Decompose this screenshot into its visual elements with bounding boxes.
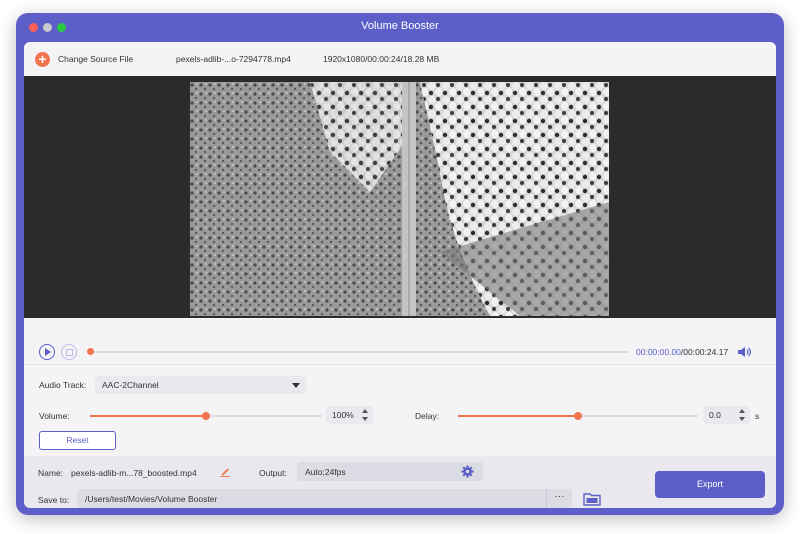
source-toolbar: + Change Source File pexels-adlib-...o-7…: [24, 42, 776, 76]
output-format-field[interactable]: Auto;24fps: [297, 462, 483, 481]
browse-more-button[interactable]: ···: [546, 489, 572, 508]
output-label: Output:: [259, 468, 287, 478]
source-file-name: pexels-adlib-...o-7294778.mp4: [176, 54, 291, 64]
reset-button[interactable]: Reset: [39, 431, 116, 450]
time-readout: 00:00:00.00/00:00:24.17: [636, 347, 728, 357]
timeline-track[interactable]: [90, 351, 628, 353]
save-to-label: Save to:: [38, 495, 70, 505]
play-button[interactable]: [39, 344, 55, 360]
current-time: 00:00:00.00: [636, 347, 681, 357]
delay-slider-fill: [458, 415, 578, 417]
window-title: Volume Booster: [361, 20, 439, 32]
snowy-forest-image: [190, 82, 609, 316]
app-window: Volume Booster + Change Source File pexe…: [16, 13, 784, 515]
export-button[interactable]: Export: [655, 471, 765, 498]
output-format-value: Auto;24fps: [305, 467, 346, 477]
delay-value: 0.0: [709, 410, 721, 420]
source-file-info: 1920x1080/00:00:24/18.28 MB: [323, 54, 440, 64]
audio-track-label: Audio Track:: [39, 380, 87, 390]
output-panel: Name: pexels-adlib-m...78_boosted.mp4 Ou…: [24, 456, 776, 508]
name-label: Name:: [38, 468, 64, 478]
audio-track-select[interactable]: AAC-2Channel: [95, 376, 306, 394]
audio-track-value: AAC-2Channel: [102, 380, 159, 390]
gear-icon[interactable]: [461, 465, 474, 478]
volume-slider-fill: [90, 415, 206, 417]
change-source-file-button[interactable]: Change Source File: [58, 54, 133, 64]
delay-slider[interactable]: [458, 412, 698, 420]
output-file-name: pexels-adlib-m...78_boosted.mp4: [71, 468, 197, 478]
pencil-edit-icon[interactable]: [219, 465, 231, 477]
delay-slider-knob[interactable]: [574, 412, 582, 420]
delay-unit: s: [755, 411, 760, 421]
total-time: /00:00:24.17: [680, 347, 729, 357]
video-preview-area: [24, 76, 776, 318]
audio-settings-panel: Audio Track: AAC-2Channel Volume: 100% D…: [24, 364, 776, 456]
title-bar: Volume Booster: [16, 13, 784, 42]
main-content: + Change Source File pexels-adlib-...o-7…: [24, 42, 776, 508]
volume-slider-knob[interactable]: [202, 412, 210, 420]
add-icon[interactable]: +: [35, 52, 50, 67]
volume-value: 100%: [332, 410, 354, 420]
chevron-down-icon: [292, 383, 300, 388]
speaker-volume-icon[interactable]: [736, 344, 752, 360]
timeline-knob[interactable]: [87, 348, 94, 355]
stepper-arrows-icon[interactable]: [362, 409, 369, 421]
volume-label: Volume:: [39, 411, 70, 421]
delay-stepper[interactable]: 0.0: [703, 406, 750, 424]
volume-stepper[interactable]: 100%: [326, 406, 373, 424]
video-frame: [190, 82, 609, 316]
volume-slider[interactable]: [90, 412, 322, 420]
folder-icon[interactable]: [583, 492, 601, 506]
stepper-arrows-icon[interactable]: [739, 409, 746, 421]
save-path-field[interactable]: /Users/test/Movies/Volume Booster: [77, 489, 572, 508]
save-path-value: /Users/test/Movies/Volume Booster: [85, 494, 218, 504]
delay-label: Delay:: [415, 411, 440, 421]
stop-button[interactable]: [61, 344, 77, 360]
playback-bar: 00:00:00.00/00:00:24.17: [24, 318, 776, 364]
